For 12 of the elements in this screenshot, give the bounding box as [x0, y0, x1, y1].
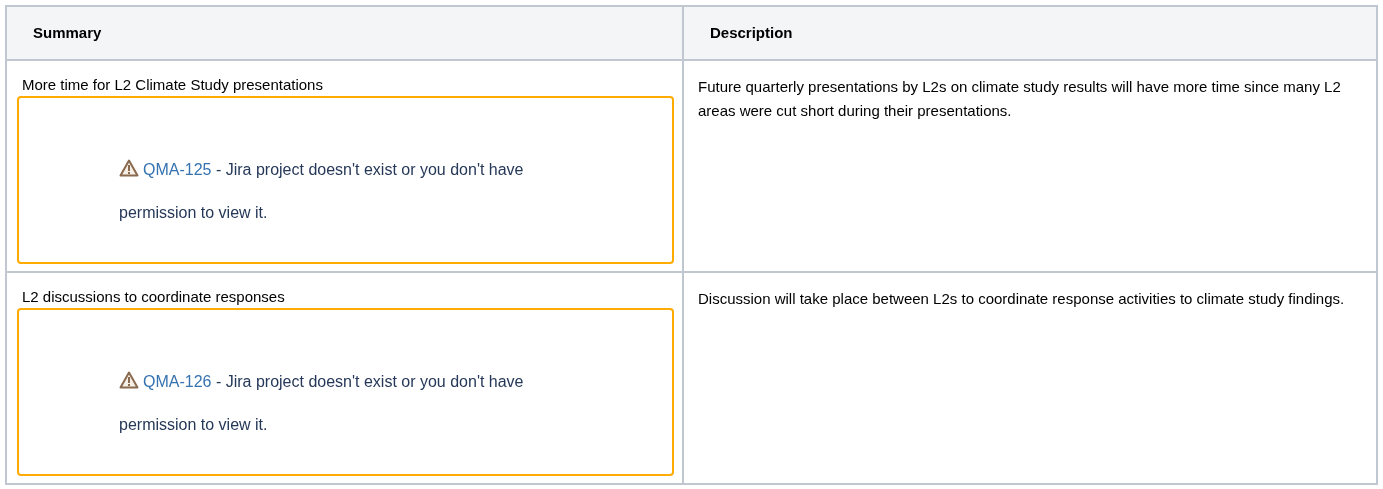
error-message: QMA-125 - Jira project doesn't exist or you don't have permission to view it.	[119, 158, 525, 223]
description-text: Discussion will take place between L2s to coordinate response activities to climate study findings.	[698, 289, 1346, 309]
warning-icon	[119, 371, 139, 389]
description-text: Future quarterly presentations by L2s on climate study results will have more time since many L2 areas were cut short during their presentations.	[698, 77, 1342, 121]
summary-text: L2 discussions to coordinate responses	[21, 287, 286, 307]
issue-link[interactable]: QMA-126	[143, 373, 212, 390]
issue-link[interactable]: QMA-125	[143, 161, 212, 178]
warning-icon	[119, 159, 139, 177]
error-message: QMA-126 - Jira project doesn't exist or you don't have permission to view it.	[119, 370, 525, 435]
column-header: Description	[710, 22, 793, 43]
column-header: Summary	[33, 22, 102, 43]
summary-text: More time for L2 Climate Study presentations	[21, 75, 324, 95]
